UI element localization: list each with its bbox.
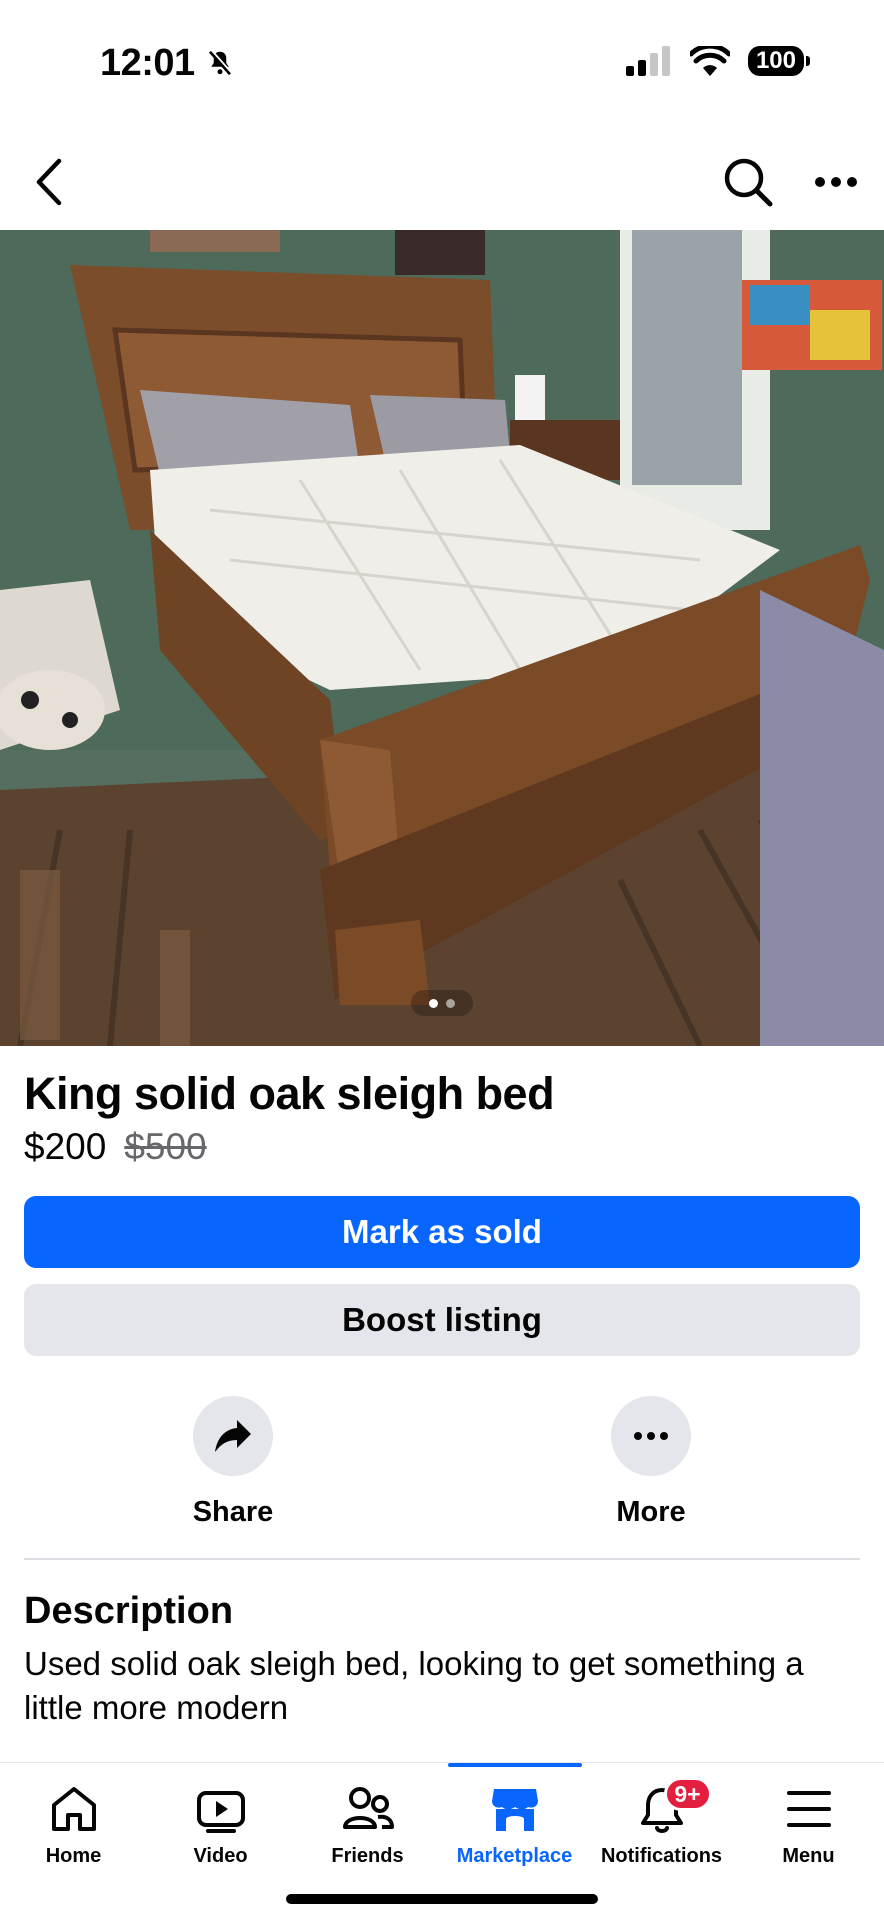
boost-listing-button[interactable]: Boost listing bbox=[24, 1284, 860, 1356]
status-time: 12:01 bbox=[100, 42, 235, 85]
tab-friends[interactable]: Friends bbox=[294, 1763, 441, 1883]
tab-notifications[interactable]: 9+ Notifications bbox=[588, 1763, 735, 1883]
listing-title: King solid oak sleigh bed bbox=[24, 1068, 555, 1119]
pagination-dot-active bbox=[429, 998, 438, 1008]
bed-photo bbox=[0, 230, 884, 1046]
bell-muted-icon bbox=[208, 49, 233, 76]
ellipsis-icon bbox=[815, 177, 857, 187]
wifi-icon bbox=[689, 46, 730, 76]
signal-icon bbox=[625, 46, 670, 76]
more-icon bbox=[634, 1432, 668, 1440]
tab-friends-label: Friends bbox=[331, 1845, 404, 1867]
search-button[interactable] bbox=[718, 152, 778, 212]
marketplace-icon bbox=[490, 1783, 540, 1835]
bell-icon: 9+ bbox=[638, 1777, 712, 1835]
tab-marketplace-label: Marketplace bbox=[456, 1845, 573, 1867]
more-action[interactable]: More bbox=[551, 1396, 751, 1529]
original-price: $500 bbox=[124, 1126, 207, 1167]
status-bar: 12:01 100 bbox=[0, 0, 884, 130]
clock-text: 12:01 bbox=[100, 42, 195, 84]
video-icon bbox=[196, 1783, 246, 1835]
pagination-dot bbox=[446, 998, 455, 1008]
battery-indicator: 100 bbox=[747, 46, 811, 76]
tab-home[interactable]: Home bbox=[0, 1763, 147, 1883]
price-row: $200 $500 bbox=[24, 1126, 207, 1168]
tab-menu-label: Menu bbox=[782, 1845, 835, 1867]
listing-photo[interactable] bbox=[0, 230, 884, 1046]
share-label: Share bbox=[192, 1496, 274, 1528]
more-options-button[interactable] bbox=[806, 152, 866, 212]
status-icons: 100 bbox=[625, 46, 811, 76]
menu-icon bbox=[786, 1783, 832, 1835]
tab-video-label: Video bbox=[193, 1845, 248, 1867]
tab-home-label: Home bbox=[45, 1845, 102, 1867]
back-button[interactable] bbox=[18, 152, 78, 212]
share-icon bbox=[215, 1420, 251, 1452]
tab-notifications-label: Notifications bbox=[600, 1845, 723, 1867]
description-heading: Description bbox=[24, 1590, 234, 1632]
description-text: Used solid oak sleigh bed, looking to ge… bbox=[24, 1645, 804, 1726]
more-label: More bbox=[616, 1496, 686, 1528]
mark-as-sold-button[interactable]: Mark as sold bbox=[24, 1196, 860, 1268]
tab-menu[interactable]: Menu bbox=[735, 1763, 882, 1883]
tab-video[interactable]: Video bbox=[147, 1763, 294, 1883]
share-button[interactable] bbox=[193, 1396, 273, 1476]
home-icon bbox=[49, 1783, 99, 1835]
divider bbox=[24, 1558, 860, 1560]
notification-badge: 9+ bbox=[663, 1777, 712, 1811]
current-price: $200 bbox=[24, 1126, 107, 1167]
friends-icon bbox=[342, 1783, 394, 1835]
photo-pagination bbox=[411, 990, 473, 1016]
tab-marketplace[interactable]: Marketplace bbox=[441, 1763, 588, 1883]
more-button[interactable] bbox=[611, 1396, 691, 1476]
home-indicator bbox=[286, 1894, 598, 1904]
share-action[interactable]: Share bbox=[133, 1396, 333, 1529]
search-icon bbox=[724, 158, 773, 207]
top-nav bbox=[0, 130, 884, 230]
chevron-left-icon bbox=[36, 158, 62, 206]
